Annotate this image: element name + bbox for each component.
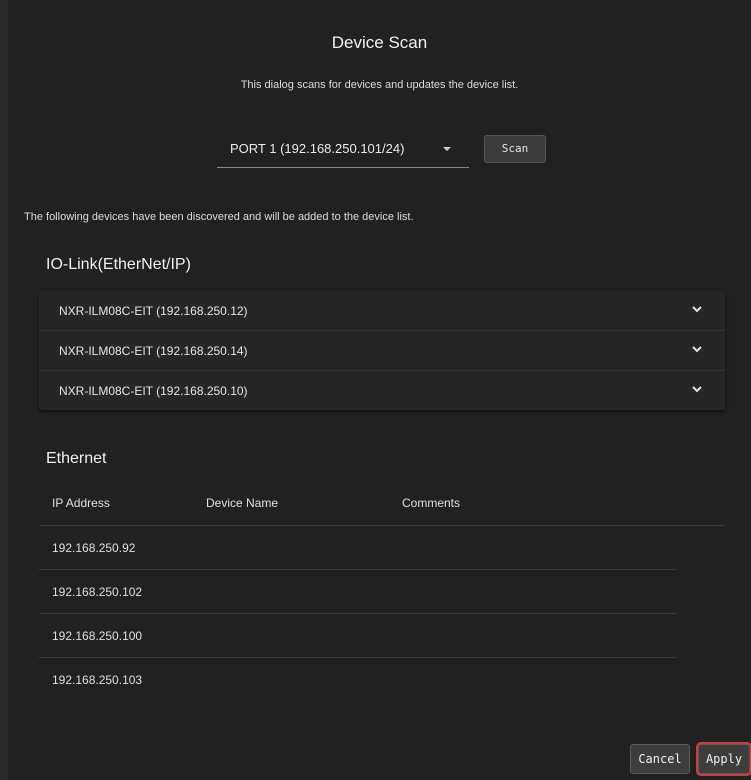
column-header-ip-address: IP Address — [52, 496, 110, 510]
ip-address-cell: 192.168.250.103 — [52, 673, 143, 687]
device-label: NXR-ILM08C-EIT (192.168.250.12) — [59, 304, 248, 318]
scan-button[interactable]: Scan — [484, 135, 546, 163]
table-row[interactable]: 192.168.250.92 — [39, 526, 677, 570]
ip-address-cell: 192.168.250.102 — [52, 585, 143, 599]
ip-address-cell: 192.168.250.92 — [52, 541, 136, 555]
device-label: NXR-ILM08C-EIT (192.168.250.10) — [59, 384, 248, 398]
ethernet-table-body: 192.168.250.92 192.168.250.102 192.168.2… — [39, 526, 677, 702]
chevron-down-icon — [692, 306, 702, 313]
table-row[interactable]: 192.168.250.102 — [39, 570, 677, 614]
ethernet-section-title: Ethernet — [46, 450, 107, 467]
ethernet-table-header: IP Address Device Name Comments — [39, 482, 725, 526]
dialog-title: Device Scan — [331, 33, 428, 52]
table-row[interactable]: 192.168.250.100 — [39, 614, 677, 658]
ip-address-cell: 192.168.250.100 — [52, 629, 143, 643]
table-row[interactable]: 192.168.250.103 — [39, 658, 677, 702]
port-select-value: PORT 1 (192.168.250.101/24) — [230, 141, 405, 156]
device-scan-dialog: Device Scan This dialog scans for device… — [8, 0, 751, 780]
iolink-device-row[interactable]: NXR-ILM08C-EIT (192.168.250.10) — [39, 371, 725, 411]
column-header-device-name: Device Name — [206, 496, 279, 510]
device-label: NXR-ILM08C-EIT (192.168.250.14) — [59, 344, 248, 358]
chevron-down-icon — [692, 386, 702, 393]
cancel-button[interactable]: Cancel — [630, 744, 690, 774]
column-header-comments: Comments — [402, 496, 461, 510]
dropdown-arrow-icon — [443, 147, 451, 151]
port-select[interactable]: PORT 1 (192.168.250.101/24) — [217, 128, 469, 168]
apply-button[interactable]: Apply — [698, 744, 750, 774]
iolink-device-row[interactable]: NXR-ILM08C-EIT (192.168.250.14) — [39, 331, 725, 371]
dialog-subtitle: This dialog scans for devices and update… — [240, 79, 519, 91]
discover-note: The following devices have been discover… — [24, 211, 414, 223]
iolink-device-list: NXR-ILM08C-EIT (192.168.250.12) NXR-ILM0… — [39, 291, 725, 410]
chevron-down-icon — [692, 346, 702, 353]
iolink-section-title: IO-Link(EtherNet/IP) — [46, 256, 191, 273]
iolink-device-row[interactable]: NXR-ILM08C-EIT (192.168.250.12) — [39, 291, 725, 331]
